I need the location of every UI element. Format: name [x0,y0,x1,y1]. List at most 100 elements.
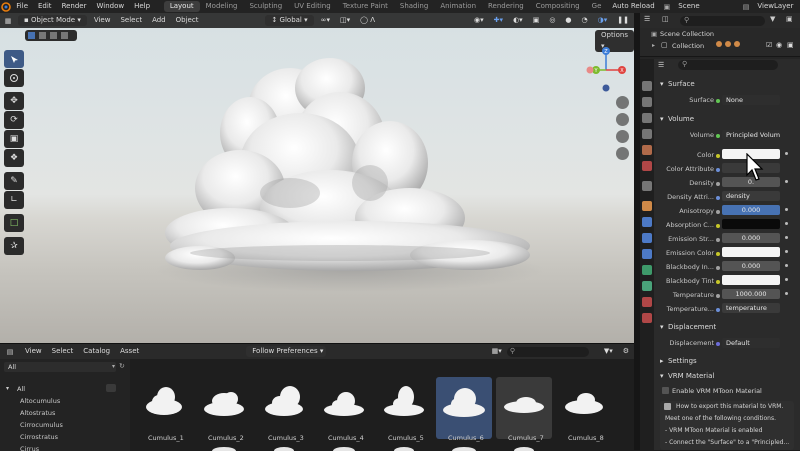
pivot-icon[interactable]: ∞▾ [316,13,335,28]
temperature-input[interactable]: 1000.000 [722,289,780,299]
scale-tool[interactable]: ▣ [4,130,24,148]
viewport-menu-view[interactable]: View [89,13,116,28]
transform-tool[interactable]: ❖ [4,149,24,167]
modifier-tab-icon[interactable] [642,217,652,227]
orientation-selector[interactable]: ↕ Global ▾ [265,15,314,26]
displacement-socket-icon[interactable] [716,342,720,346]
menu-help[interactable]: Help [129,0,155,13]
asset-cumulus-1[interactable] [136,377,192,439]
tab-ge[interactable]: Ge [586,1,608,12]
tab-shading[interactable]: Shading [394,1,434,12]
proportional-edit-icon[interactable]: ◯ Λ [355,13,380,28]
auto-reload-label[interactable]: Auto Reload [607,0,659,13]
catalog-cirrus[interactable]: Cirrus [20,445,39,451]
add-cube-tool[interactable]: □ [4,214,24,232]
tab-uv-editing[interactable]: UV Editing [288,1,337,12]
select-extend-icon[interactable] [39,32,46,39]
shading-wireframe-icon[interactable]: ◎ [544,13,560,28]
catalog-all[interactable]: All [17,385,25,393]
blackbody-intensity-socket-icon[interactable] [716,266,720,270]
blackbody-tint-socket-icon[interactable] [716,280,720,284]
emission-color-socket-icon[interactable] [716,252,720,256]
perspective-toggle-icon[interactable] [616,147,629,160]
asset-filter-icon[interactable]: ▼▾ [599,344,618,359]
temperature-socket-icon[interactable] [716,294,720,298]
visibility-icon[interactable]: ◉▾ [469,13,489,28]
editor-type-icon[interactable]: ▦ [0,17,16,25]
anisotropy-slider[interactable]: 0.000 [722,205,780,215]
viewport-menu-select[interactable]: Select [115,13,147,28]
asset-cumulus-8[interactable] [556,377,612,439]
surface-node-selector[interactable]: None [722,95,780,105]
overlay-icon[interactable]: ◐▾ [508,13,528,28]
physics-tab-icon[interactable] [642,249,652,259]
select-subtract-icon[interactable] [50,32,57,39]
volume-node-selector[interactable]: Principled Volume [722,130,780,140]
outliner-editor-icon[interactable]: ☰ [644,15,650,23]
vrm-enable-checkbox[interactable] [662,387,669,394]
zoom-view-icon[interactable] [616,96,629,109]
blackbody-intensity-input[interactable]: 0.000 [722,261,780,271]
refresh-library-icon[interactable]: ↻ [119,362,125,370]
menu-render[interactable]: Render [57,0,92,13]
camera-view-icon[interactable] [616,130,629,143]
data-tab-icon[interactable] [642,281,652,291]
color-keyframe-icon[interactable] [785,152,788,155]
props-search-input[interactable]: ⚲ [678,60,778,70]
material-tab-icon[interactable] [642,297,652,307]
shading-solid-icon[interactable]: ● [560,13,576,28]
absorption-keyframe-icon[interactable] [785,222,788,225]
viewport-menu-add[interactable]: Add [147,13,171,28]
asset-cumulus-2[interactable] [196,377,252,439]
tab-compositing[interactable]: Compositing [530,1,586,12]
collection-label[interactable]: Collection [672,42,704,50]
measure-tool[interactable]: ∟ [4,191,24,209]
scene-tab-icon[interactable] [642,145,652,155]
camera-render-icon[interactable]: ▣ [787,41,794,49]
texture-tab-icon[interactable] [642,313,652,323]
3d-viewport[interactable]: ▦ ▪ Object Mode ▾ View Select Add Object… [0,13,634,343]
tab-texture-paint[interactable]: Texture Paint [337,1,394,12]
viewport-menu-object[interactable]: Object [171,13,204,28]
object-tab-icon[interactable] [642,201,652,211]
surface-socket-icon[interactable] [716,99,720,103]
vrm-panel-header[interactable]: ▾ VRM Material [660,372,714,380]
move-tool[interactable]: ✥ [4,92,24,110]
view-layer-selector[interactable]: ViewLayer [752,0,800,13]
gizmo-neg-z-axis[interactable] [602,84,610,92]
color-attribute-socket-icon[interactable] [716,168,720,172]
tool-tab-icon[interactable] [642,81,652,91]
asset-menu-asset[interactable]: Asset [115,344,144,359]
world-tab-icon[interactable] [642,161,652,171]
constraints-tab-icon[interactable] [642,265,652,275]
expand-arrow-icon[interactable]: ▸ [652,42,655,49]
blackbody-tint-keyframe-icon[interactable] [785,278,788,281]
emission-strength-input[interactable]: 0.000 [722,233,780,243]
outliner-display-mode-icon[interactable]: ◫ [662,15,669,23]
blackbody-tint-swatch[interactable] [722,275,780,285]
settings-panel-header[interactable]: ▸ Settings [660,357,697,365]
render-tab-icon[interactable] [642,97,652,107]
eye-icon[interactable]: ◉ [776,41,782,49]
import-method-dropdown[interactable]: Follow Preferences ▾ [246,346,327,357]
mode-selector[interactable]: ▪ Object Mode ▾ [18,15,87,26]
temperature-attribute-socket-icon[interactable] [716,308,720,312]
catalog-altostratus[interactable]: Altostratus [20,409,55,417]
asset-settings-gear-icon[interactable]: ⚙ [618,344,634,359]
absorption-socket-icon[interactable] [716,224,720,228]
tab-modeling[interactable]: Modeling [200,1,244,12]
density-attribute-socket-icon[interactable] [716,196,720,200]
volume-panel-header[interactable]: ▾ Volume [660,115,694,123]
absorption-color-swatch[interactable] [722,219,780,229]
asset-menu-select[interactable]: Select [47,344,79,359]
new-collection-icon[interactable]: ▣ [786,15,793,23]
particles-tab-icon[interactable] [642,233,652,243]
view-layer-tab-icon[interactable] [642,129,652,139]
menu-edit[interactable]: Edit [33,0,57,13]
menu-window[interactable]: Window [91,0,129,13]
exclude-checkbox-icon[interactable]: ☑ [766,41,772,49]
displacement-panel-header[interactable]: ▾ Displacement [660,323,716,331]
catalog-cirrocumulus[interactable]: Cirrocumulus [20,421,63,429]
gizmo-neg-x-axis[interactable] [586,66,594,74]
asset-editor-type-icon[interactable]: ▤ [0,348,20,356]
